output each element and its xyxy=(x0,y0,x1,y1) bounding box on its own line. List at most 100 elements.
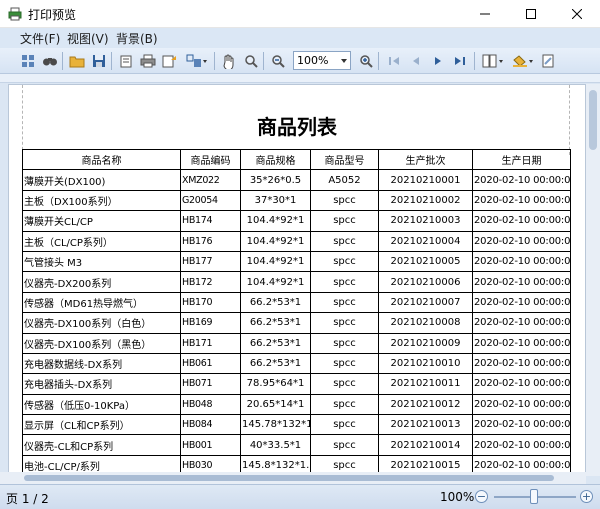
hand-tool-button[interactable] xyxy=(219,51,239,71)
magnifier-icon xyxy=(245,55,258,68)
multiple-pages-button[interactable] xyxy=(480,51,506,71)
table-cell: HB172 xyxy=(180,271,241,293)
table-cell: spcc xyxy=(310,373,379,395)
thumbnails-button[interactable] xyxy=(18,51,38,71)
table-cell: 2020-02-10 00:00:0 xyxy=(472,291,571,314)
page-setup-icon xyxy=(120,55,132,68)
table-cell: HB001 xyxy=(180,434,241,456)
table-cell: 2020-02-10 00:00:0 xyxy=(472,332,571,354)
plus-icon: + xyxy=(581,490,592,503)
table-cell: 104.4*92*1 xyxy=(240,250,311,273)
save-button[interactable] xyxy=(89,51,109,71)
zoom-out-icon xyxy=(272,55,285,68)
vertical-scroll-thumb[interactable] xyxy=(589,90,597,150)
horizontal-scroll-thumb[interactable] xyxy=(24,475,554,481)
table-cell: HB071 xyxy=(180,373,241,395)
first-page-button[interactable] xyxy=(384,51,404,71)
table-cell: 2020-02-10 00:00:0 xyxy=(472,271,571,293)
close-icon xyxy=(572,9,582,19)
layout-dropdown-button[interactable] xyxy=(184,51,210,71)
first-page-icon xyxy=(389,57,399,65)
table-cell: HB169 xyxy=(180,312,241,334)
table-cell: 充电器插头-DX系列 xyxy=(22,373,181,395)
table-row: 仪器壳-DX100系列（白色） HB169 66.2*53*1 spcc 2021021… xyxy=(22,312,571,334)
table-cell: 20210210003 xyxy=(378,210,473,232)
table-cell: spcc xyxy=(310,189,379,212)
table-cell: 2020-02-10 00:00:0 xyxy=(472,169,571,191)
preview-page: 商品列表 商品名称 商品编码 商品规格 商品型号 生产批次 生产日期 薄膜开关(… xyxy=(8,84,586,476)
maximize-button[interactable] xyxy=(508,0,554,28)
open-icon xyxy=(69,56,85,68)
table-cell: 20210210001 xyxy=(378,169,473,191)
table-cell: spcc xyxy=(310,352,379,375)
zoom-slider-thumb[interactable] xyxy=(530,489,538,504)
toolbar-separator xyxy=(474,52,475,70)
column-header: 商品型号 xyxy=(310,148,379,171)
vertical-scrollbar[interactable] xyxy=(586,84,600,476)
next-page-button[interactable] xyxy=(428,51,448,71)
horizontal-scrollbar[interactable] xyxy=(0,472,586,484)
table-cell: spcc xyxy=(310,210,379,232)
zoom-in-small-button[interactable]: + xyxy=(580,490,593,503)
table-header-row: 商品名称 商品编码 商品规格 商品型号 生产批次 生产日期 xyxy=(22,148,571,171)
table-row: 气管接头 M3 HB177 104.4*92*1 spcc 20210210005 202… xyxy=(22,250,571,273)
color-button[interactable] xyxy=(510,51,536,71)
table-cell: 显示屏（CL和CP系列） xyxy=(22,414,181,436)
page-setup-button[interactable] xyxy=(116,51,136,71)
table-row: 充电器数据线-DX系列 HB061 66.2*53*1 spcc 20210210010… xyxy=(22,352,571,375)
table-cell: HB176 xyxy=(180,230,241,252)
printer-app-icon xyxy=(8,7,22,21)
watermark-icon xyxy=(542,54,554,68)
magnifier-button[interactable] xyxy=(241,51,261,71)
table-cell: HB170 xyxy=(180,291,241,314)
column-header: 商品名称 xyxy=(22,148,181,171)
color-icon xyxy=(513,55,533,67)
menu-view[interactable]: 视图(V) xyxy=(67,30,109,47)
table-cell: 仪器壳-DX100系列（黑色） xyxy=(22,332,181,354)
open-button[interactable] xyxy=(67,51,87,71)
table-cell: 35*26*0.5 xyxy=(240,169,311,191)
zoom-out-button[interactable] xyxy=(268,51,288,71)
quick-print-button[interactable] xyxy=(160,51,180,71)
column-header: 商品编码 xyxy=(180,148,241,171)
table-cell: 2020-02-10 00:00:0 xyxy=(472,312,571,334)
watermark-button[interactable] xyxy=(538,51,558,71)
column-header: 生产批次 xyxy=(378,148,473,171)
ruler xyxy=(0,74,600,83)
page-indicator: 页 1 / 2 xyxy=(6,492,49,506)
table-cell: 主板（CL/CP系列） xyxy=(22,230,181,252)
table-cell: 薄膜开关(DX100) xyxy=(22,169,181,191)
table-cell: spcc xyxy=(310,312,379,334)
table-cell: HB048 xyxy=(180,393,241,416)
document-title: 商品列表 xyxy=(257,115,337,139)
table-cell: 2020-02-10 00:00:0 xyxy=(472,352,571,375)
table-row: 传感器（MD61热导燃气） HB170 66.2*53*1 spcc 202102100… xyxy=(22,291,571,314)
product-table: 商品名称 商品编码 商品规格 商品型号 生产批次 生产日期 薄膜开关(DX100… xyxy=(22,148,571,475)
prev-page-button[interactable] xyxy=(406,51,426,71)
menu-file[interactable]: 文件(F) xyxy=(20,30,60,47)
table-cell: 传感器（MD61热导燃气） xyxy=(22,291,181,314)
table-cell: 66.2*53*1 xyxy=(240,312,311,334)
zoom-percent: 100% xyxy=(440,490,475,504)
thumbnails-icon xyxy=(22,55,34,67)
table-cell: spcc xyxy=(310,230,379,252)
close-button[interactable] xyxy=(554,0,600,28)
zoom-in-button[interactable] xyxy=(356,51,376,71)
table-cell: XMZ022 xyxy=(180,169,241,191)
minimize-button[interactable] xyxy=(462,0,508,28)
layout-icon xyxy=(186,54,207,67)
title-bar: 打印预览 xyxy=(0,0,600,28)
table-cell: 20210210013 xyxy=(378,414,473,436)
toolbar-separator xyxy=(378,52,379,70)
table-cell: 20210210007 xyxy=(378,291,473,314)
table-cell: 充电器数据线-DX系列 xyxy=(22,352,181,375)
table-cell: spcc xyxy=(310,250,379,273)
maximize-icon xyxy=(526,9,536,19)
menu-background[interactable]: 背景(B) xyxy=(116,30,158,47)
last-page-button[interactable] xyxy=(450,51,470,71)
zoom-out-small-button[interactable]: − xyxy=(475,490,488,503)
table-cell: spcc xyxy=(310,271,379,293)
zoom-select[interactable]: 100% xyxy=(293,51,351,70)
print-button[interactable] xyxy=(138,51,158,71)
find-button[interactable] xyxy=(40,51,60,71)
